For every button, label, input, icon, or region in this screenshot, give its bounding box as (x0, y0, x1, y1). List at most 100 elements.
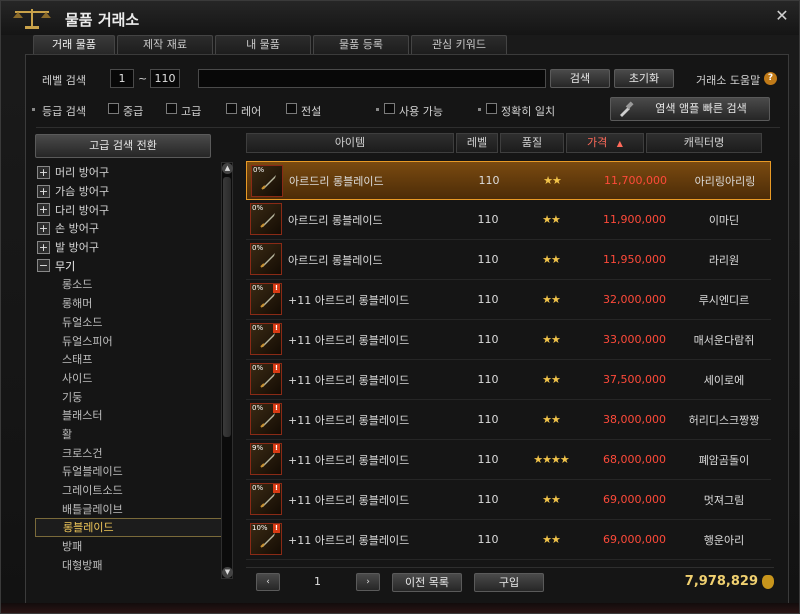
column-header-price[interactable]: 가격 ▲ (566, 133, 644, 153)
long-blade-icon[interactable]: 0%! (250, 483, 282, 515)
seller-name: 라리원 (708, 253, 740, 267)
long-blade-icon[interactable]: 0% (250, 243, 282, 275)
tab-crafting-materials[interactable]: 제작 재료 (117, 35, 213, 54)
category-item[interactable]: 기둥 (35, 387, 225, 406)
category-scrollbar[interactable] (221, 162, 233, 579)
tab-register-item[interactable]: 물품 등록 (313, 35, 409, 54)
category-group[interactable]: + 가슴 방어구 (35, 182, 225, 201)
auction-house-window: 물품 거래소 ✕ 거래 물품 제작 재료 내 물품 물품 등록 관심 키워드 레… (0, 0, 800, 614)
category-item[interactable]: 대형방패 (35, 555, 225, 574)
column-header-level[interactable]: 레벨 (456, 133, 498, 153)
column-header-item[interactable]: 아이템 (246, 133, 454, 153)
category-label: 롱소드 (62, 278, 93, 292)
next-page-button[interactable]: › (356, 573, 380, 591)
category-item[interactable]: 듀얼소드 (35, 313, 225, 332)
category-item[interactable]: 롱소드 (35, 275, 225, 294)
seller-name: 세이로에 (703, 373, 745, 387)
item-name: +11 아르드리 롱블레이드 (288, 493, 410, 507)
keyword-search-input[interactable] (198, 69, 546, 88)
search-button[interactable]: 검색 (550, 69, 610, 88)
category-group[interactable]: + 손 방어구 (35, 219, 225, 238)
category-item[interactable]: 크로스건 (35, 443, 225, 462)
level-max-input[interactable]: 110 (150, 69, 180, 88)
grade-legendary-checkbox[interactable] (286, 103, 297, 114)
table-row[interactable]: 9%! +11 아르드리 롱블레이드 110 ★★★★ 68,000,000 폐암곰돌이 (246, 440, 771, 480)
table-row[interactable]: 0% 아르드리 롱블레이드 110 ★★ 11,700,000 아리링아리링 (246, 161, 771, 200)
prev-page-button[interactable]: ‹ (256, 573, 280, 591)
scroll-up-icon[interactable]: ▲ (222, 163, 233, 174)
buy-button[interactable]: 구입 (474, 573, 544, 592)
coin-pouch-icon (762, 574, 774, 589)
table-row[interactable]: 0%! +11 아르드리 롱블레이드 110 ★★ 37,500,000 세이로에 (246, 360, 771, 400)
grade-intermediate-checkbox[interactable] (108, 103, 119, 114)
long-blade-icon[interactable]: 0%! (250, 403, 282, 435)
table-row[interactable]: 0% 아르드리 롱블레이드 110 ★★ 11,950,000 라리원 (246, 240, 771, 280)
table-row[interactable]: 10%! +11 아르드리 롱블레이드 110 ★★ 69,000,000 행운아리 (246, 520, 771, 560)
long-blade-icon[interactable]: 0% (250, 203, 282, 235)
expand-icon[interactable]: + (37, 184, 50, 198)
item-name: +11 아르드리 롱블레이드 (288, 293, 410, 307)
advanced-search-toggle-button[interactable]: 고급 검색 전환 (35, 134, 211, 158)
long-blade-icon[interactable]: 0%! (250, 323, 282, 355)
long-blade-icon[interactable]: 0%! (250, 363, 282, 395)
dye-ampoule-search-button[interactable]: 염색 앰플 빠른 검색 (610, 97, 770, 121)
table-row[interactable]: 0%! +11 아르드리 롱블레이드 110 ★★ 69,000,000 멋져그림 (246, 480, 771, 520)
durability-percent: 0% (252, 404, 264, 412)
category-item[interactable]: 그레이트소드 (35, 481, 225, 500)
column-header-character[interactable]: 캐릭터명 (646, 133, 762, 153)
table-row[interactable]: 0%! +11 아르드리 롱블레이드 110 ★★ 32,000,000 루시엔디르 (246, 280, 771, 320)
help-icon[interactable]: ? (764, 72, 777, 85)
expand-icon[interactable]: + (37, 221, 50, 235)
title-bar[interactable]: 물품 거래소 ✕ (1, 1, 799, 35)
grade-rare-checkbox[interactable] (226, 103, 237, 114)
item-name: +11 아르드리 롱블레이드 (288, 333, 410, 347)
tab-my-items[interactable]: 내 물품 (215, 35, 311, 54)
column-header-grade[interactable]: 품질 (500, 133, 564, 153)
close-icon[interactable]: ✕ (773, 7, 791, 25)
expand-icon[interactable]: + (37, 203, 50, 217)
category-item[interactable]: 듀얼블레이드 (35, 462, 225, 481)
warning-icon: ! (273, 444, 280, 453)
tab-keywords[interactable]: 관심 키워드 (411, 35, 507, 54)
category-item[interactable]: 듀얼스피어 (35, 331, 225, 350)
scrollbar-thumb[interactable] (223, 177, 231, 437)
usable-checkbox[interactable] (384, 103, 395, 114)
expand-icon[interactable]: + (37, 240, 50, 254)
category-item[interactable]: 롱해머 (35, 294, 225, 313)
long-blade-icon[interactable]: 0%! (250, 283, 282, 315)
category-label: 배틀글레이브 (62, 502, 123, 516)
grade-advanced-checkbox[interactable] (166, 103, 177, 114)
category-item[interactable]: 배틀글레이브 (35, 499, 225, 518)
category-item[interactable]: 스태프 (35, 350, 225, 369)
scroll-down-icon[interactable]: ▼ (222, 567, 233, 578)
category-item[interactable]: 방패 (35, 537, 225, 556)
category-group[interactable]: + 다리 방어구 (35, 200, 225, 219)
long-blade-icon[interactable]: 10%! (250, 523, 282, 555)
tab-trade-items[interactable]: 거래 물품 (33, 35, 115, 55)
previous-list-button[interactable]: 이전 목록 (392, 573, 462, 592)
table-row[interactable]: 0%! +11 아르드리 롱블레이드 110 ★★ 33,000,000 매서운다람쥐 (246, 320, 771, 360)
category-item[interactable]: 사이드 (35, 369, 225, 388)
item-price: 33,000,000 (603, 333, 666, 346)
help-label[interactable]: 거래소 도움말 (696, 72, 760, 88)
table-row[interactable]: 0% 아르드리 롱블레이드 110 ★★ 11,900,000 이마딘 (246, 200, 771, 240)
category-group[interactable]: + 머리 방어구 (35, 163, 225, 182)
category-label: 가슴 방어구 (55, 185, 110, 199)
category-item[interactable]: 블래스터 (35, 406, 225, 425)
exact-match-checkbox[interactable] (486, 103, 497, 114)
collapse-icon[interactable]: − (37, 259, 50, 273)
reset-button[interactable]: 초기화 (614, 69, 674, 88)
item-price: 11,700,000 (604, 174, 667, 187)
long-blade-icon[interactable]: 9%! (250, 443, 282, 475)
category-item[interactable]: 롱블레이드 (35, 518, 225, 537)
long-blade-icon[interactable]: 0% (251, 165, 283, 197)
table-row[interactable]: 0%! +11 아르드리 롱블레이드 110 ★★ 38,000,000 허리디스크짱짱 (246, 400, 771, 440)
category-item[interactable]: 활 (35, 425, 225, 444)
level-min-input[interactable]: 1 (110, 69, 134, 88)
category-group[interactable]: − 무기 (35, 256, 225, 275)
item-level: 110 (477, 453, 499, 466)
blade-icon (260, 453, 275, 468)
expand-icon[interactable]: + (37, 165, 50, 179)
category-group[interactable]: + 발 방어구 (35, 238, 225, 257)
item-grade-stars: ★★ (542, 373, 561, 386)
